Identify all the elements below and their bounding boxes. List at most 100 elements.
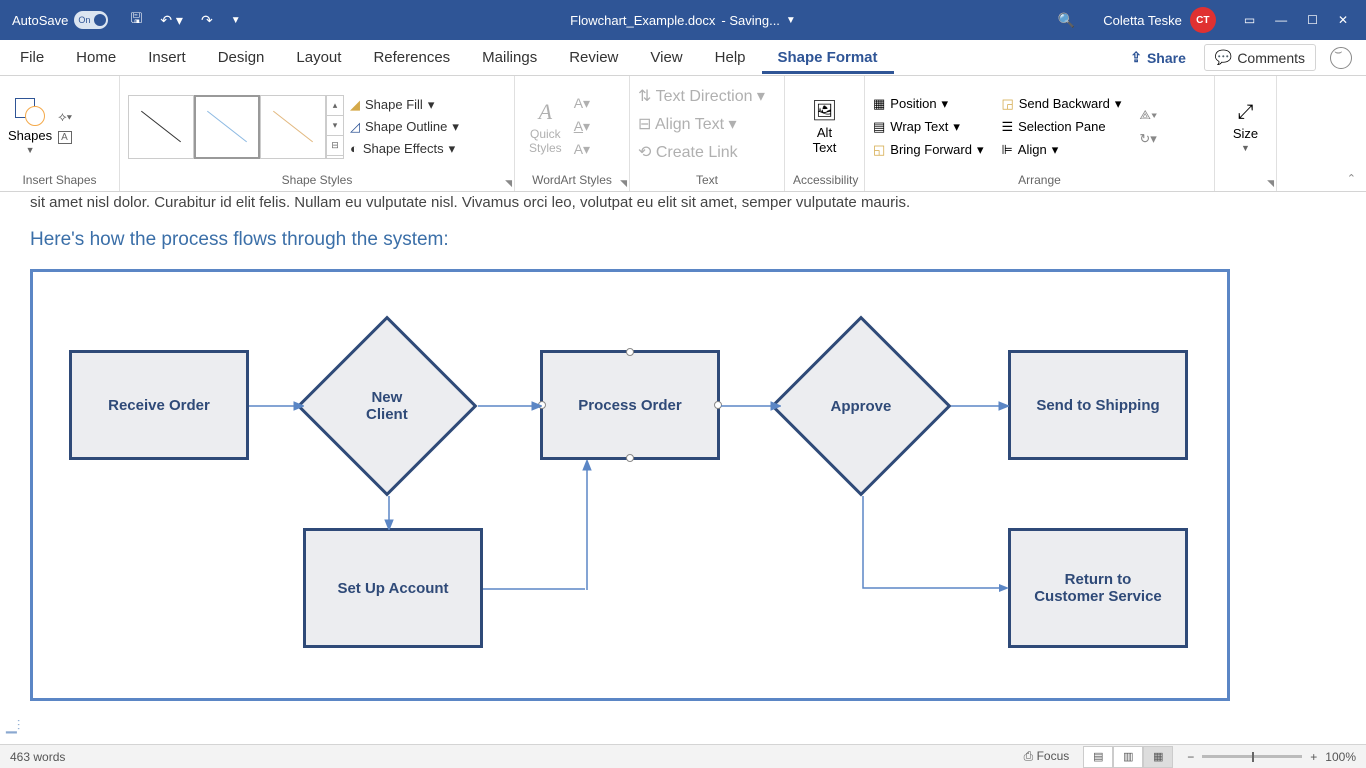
- shape-fill-button[interactable]: ◢Shape Fill ▾: [350, 97, 459, 113]
- shape-effects-button[interactable]: ◐Shape Effects ▾: [350, 141, 459, 157]
- zoom-control[interactable]: − + 100%: [1187, 750, 1356, 764]
- tab-shape-format[interactable]: Shape Format: [762, 41, 894, 74]
- forward-icon: ◱: [873, 142, 885, 158]
- outline-icon: ◿: [350, 119, 360, 135]
- tab-mailings[interactable]: Mailings: [466, 41, 553, 74]
- launcher-icon[interactable]: ◥: [505, 178, 512, 189]
- drawing-canvas[interactable]: Receive Order Process Order Send to Ship…: [30, 269, 1230, 701]
- feedback-icon[interactable]: [1330, 47, 1352, 69]
- position-icon: ▦: [873, 96, 885, 112]
- selection-icon: ☰: [1001, 119, 1013, 135]
- tab-references[interactable]: References: [357, 41, 466, 74]
- comments-button[interactable]: 💬Comments: [1204, 44, 1316, 71]
- word-count[interactable]: 463 words: [10, 750, 65, 764]
- launcher-icon[interactable]: ◥: [620, 178, 627, 189]
- align-button[interactable]: ⊫Align ▾: [1001, 142, 1121, 158]
- size-button[interactable]: ⤢ Size ▼: [1227, 101, 1264, 153]
- qat-customize-icon[interactable]: ▼: [231, 15, 241, 26]
- shape-setup-account[interactable]: Set Up Account: [303, 528, 483, 648]
- wordart-icon: A: [539, 99, 552, 125]
- collapse-ribbon-icon[interactable]: ⌃: [1347, 172, 1356, 185]
- align-text-button: ⊟ Align Text ▾: [638, 114, 737, 134]
- shape-process-order[interactable]: Process Order: [540, 350, 720, 460]
- minimize-icon[interactable]: —: [1275, 13, 1287, 27]
- group-accessibility: Accessibility: [793, 171, 856, 189]
- edit-shape-icon[interactable]: ⟡▾: [58, 109, 72, 125]
- backward-icon: ◲: [1001, 96, 1013, 112]
- shape-new-client[interactable]: New Client: [296, 315, 477, 496]
- share-icon: ⇪: [1130, 49, 1142, 66]
- view-buttons: ▤ ▥ ▦: [1083, 746, 1173, 768]
- web-layout-icon[interactable]: ▦: [1143, 746, 1173, 768]
- shape-approve[interactable]: Approve: [770, 315, 951, 496]
- text-fill-icon: A▾: [574, 95, 590, 112]
- shape-return-cs[interactable]: Return to Customer Service: [1008, 528, 1188, 648]
- tab-view[interactable]: View: [634, 41, 698, 74]
- doc-name: Flowchart_Example.docx: [570, 13, 715, 28]
- tab-design[interactable]: Design: [202, 41, 281, 74]
- gallery-scroll[interactable]: ▴▾⊟: [326, 95, 344, 159]
- style-preset-3[interactable]: [260, 95, 326, 159]
- tab-review[interactable]: Review: [553, 41, 634, 74]
- autosave-toggle[interactable]: AutoSave: [12, 11, 108, 29]
- wrap-icon: ▤: [873, 119, 885, 135]
- send-backward-button[interactable]: ◲Send Backward ▾: [1001, 96, 1121, 112]
- zoom-out-icon[interactable]: −: [1187, 750, 1194, 764]
- selection-pane-button[interactable]: ☰Selection Pane: [1001, 119, 1121, 135]
- saving-status: - Saving...: [721, 13, 780, 28]
- launcher-icon[interactable]: ◥: [1267, 178, 1274, 189]
- text-box-icon[interactable]: A: [58, 131, 72, 144]
- tab-help[interactable]: Help: [699, 41, 762, 74]
- selected-connector[interactable]: [581, 460, 593, 590]
- text-direction-icon: ⇅: [638, 88, 651, 105]
- autosave-label: AutoSave: [12, 13, 68, 28]
- search-icon[interactable]: 🔍: [1058, 12, 1075, 29]
- position-button[interactable]: ▦Position ▾: [873, 96, 983, 112]
- wrap-text-button[interactable]: ▤Wrap Text ▾: [873, 119, 983, 135]
- zoom-in-icon[interactable]: +: [1310, 750, 1317, 764]
- tab-file[interactable]: File: [4, 41, 60, 74]
- flowchart-heading: Here's how the process flows through the…: [30, 229, 1336, 251]
- tab-layout[interactable]: Layout: [280, 41, 357, 74]
- dropdown-icon[interactable]: ▼: [786, 15, 796, 26]
- size-icon: ⤢: [1237, 101, 1253, 124]
- quick-access-toolbar: 🖫 ↶ ▾ ↷ ▼: [130, 8, 240, 32]
- alt-text-button[interactable]: 🖼 Alt Text: [806, 98, 843, 155]
- ribbon: Shapes ▼ ⟡▾ A Insert Shapes ▴▾⊟ ◢Shape F…: [0, 76, 1366, 192]
- text-effects-icon: A▾: [574, 141, 590, 158]
- title-bar: AutoSave 🖫 ↶ ▾ ↷ ▼ Flowchart_Example.doc…: [0, 0, 1366, 40]
- shapes-button[interactable]: Shapes ▼: [8, 98, 52, 155]
- toggle-switch[interactable]: [74, 11, 108, 29]
- link-icon: ⟲: [638, 144, 651, 161]
- shape-style-gallery[interactable]: ▴▾⊟: [128, 95, 344, 159]
- user-account[interactable]: Coletta Teske CT: [1103, 7, 1216, 33]
- maximize-icon[interactable]: ☐: [1307, 13, 1318, 27]
- print-layout-icon[interactable]: ▥: [1113, 746, 1143, 768]
- comment-icon: 💬: [1215, 49, 1232, 66]
- status-bar: 463 words ⎙ Focus ▤ ▥ ▦ − + 100%: [0, 744, 1366, 768]
- zoom-level[interactable]: 100%: [1325, 750, 1356, 764]
- share-button[interactable]: ⇪Share: [1120, 45, 1196, 70]
- read-mode-icon[interactable]: ▤: [1083, 746, 1113, 768]
- body-paragraph: sit amet nisl dolor. Curabitur id elit f…: [30, 192, 1336, 211]
- tab-insert[interactable]: Insert: [132, 41, 202, 74]
- shape-outline-button[interactable]: ◿Shape Outline ▾: [350, 119, 459, 135]
- group-text: Text: [638, 171, 776, 189]
- document-title: Flowchart_Example.docx - Saving... ▼: [570, 13, 796, 28]
- document-area[interactable]: sit amet nisl dolor. Curabitur id elit f…: [0, 192, 1366, 744]
- zoom-slider[interactable]: [1202, 755, 1302, 758]
- rotate-icon[interactable]: ↻▾: [1139, 131, 1157, 147]
- group-objects-icon[interactable]: ⟁▾: [1139, 107, 1157, 123]
- shape-receive-order[interactable]: Receive Order: [69, 350, 249, 460]
- focus-mode[interactable]: ⎙ Focus: [1024, 749, 1070, 764]
- tab-home[interactable]: Home: [60, 41, 132, 74]
- style-preset-2[interactable]: [194, 95, 260, 159]
- ribbon-display-icon[interactable]: ▭: [1244, 13, 1255, 27]
- undo-icon[interactable]: ↶ ▾: [160, 12, 183, 29]
- save-icon[interactable]: 🖫: [130, 8, 142, 32]
- shape-send-shipping[interactable]: Send to Shipping: [1008, 350, 1188, 460]
- close-icon[interactable]: ✕: [1338, 13, 1348, 27]
- bring-forward-button[interactable]: ◱Bring Forward ▾: [873, 142, 983, 158]
- style-preset-1[interactable]: [128, 95, 194, 159]
- redo-icon[interactable]: ↷: [201, 12, 213, 29]
